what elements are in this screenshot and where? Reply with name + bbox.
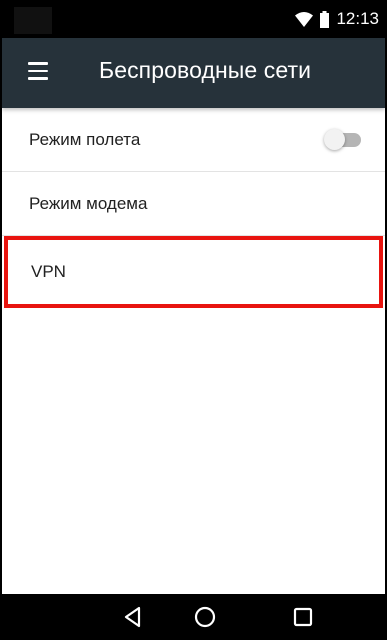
app-bar: Беспроводные сети <box>2 38 385 108</box>
battery-icon <box>320 10 330 28</box>
status-time: 12:13 <box>336 9 379 28</box>
setting-vpn[interactable]: VPN <box>4 236 383 308</box>
notification-area <box>14 7 52 34</box>
status-icons: 12:13 <box>295 8 379 30</box>
status-bar: 12:13 <box>2 0 385 38</box>
setting-label: VPN <box>31 262 66 281</box>
phone-screen: 12:13 Беспроводные сети Режим полета Реж… <box>0 0 387 640</box>
setting-tethering[interactable]: Режим модема <box>2 172 385 236</box>
toggle-thumb <box>324 129 345 150</box>
home-icon[interactable] <box>193 605 217 629</box>
back-icon[interactable] <box>121 605 145 629</box>
menu-icon[interactable] <box>28 62 48 84</box>
page-title: Беспроводные сети <box>99 57 312 83</box>
recents-icon[interactable] <box>291 605 315 629</box>
setting-label: Режим модема <box>29 193 148 213</box>
setting-airplane-mode[interactable]: Режим полета <box>2 108 385 172</box>
navigation-bar <box>2 594 385 640</box>
wifi-icon <box>295 11 314 27</box>
settings-list: Режим полета Режим модема VPN <box>2 108 385 308</box>
setting-label: Режим полета <box>29 129 141 149</box>
airplane-mode-toggle[interactable] <box>324 129 363 150</box>
